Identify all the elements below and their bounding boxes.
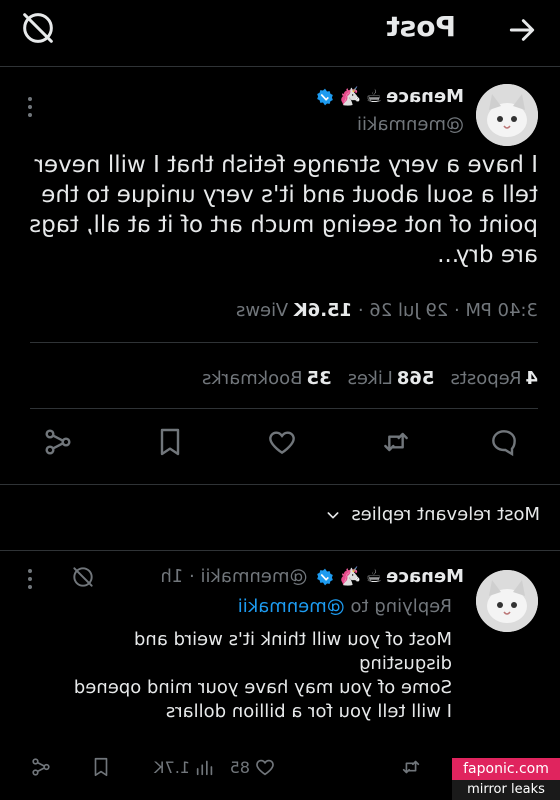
replying-to: Replying to @menmakii bbox=[238, 596, 452, 617]
reposts-count: 4 bbox=[525, 368, 538, 389]
post-meta: 3:40 PM · 29 Jul 26 · 15.6K Views bbox=[236, 300, 538, 321]
bookmarks-stat[interactable]: 35Bookmarks bbox=[202, 368, 332, 389]
views-chart-icon bbox=[196, 760, 213, 776]
author-name-row: Menace ☕ 🦄 bbox=[315, 86, 464, 107]
watermark-tagline: mirror leaks bbox=[452, 780, 560, 800]
bookmark-icon[interactable] bbox=[154, 426, 186, 458]
reply-display-name[interactable]: Menace bbox=[386, 566, 464, 587]
views-count: 15.6K bbox=[293, 300, 353, 321]
top-bar: Post bbox=[0, 0, 560, 60]
reply-verified-badge-icon bbox=[317, 568, 334, 585]
post-timestamp[interactable]: 3:40 PM · 29 Jul 26 · bbox=[352, 300, 538, 321]
header-divider bbox=[0, 66, 560, 67]
reply-line: I will tell you for a billion dollars bbox=[165, 701, 452, 722]
bookmarks-count: 35 bbox=[306, 368, 332, 389]
author-display-name[interactable]: Menace bbox=[386, 86, 464, 107]
reply-icon[interactable] bbox=[488, 426, 520, 458]
reply-avatar[interactable] bbox=[476, 570, 538, 632]
verified-badge-icon bbox=[317, 88, 334, 105]
grok-icon[interactable] bbox=[18, 8, 58, 48]
chevron-down-icon bbox=[327, 511, 339, 518]
reposts-label: Reposts bbox=[450, 368, 522, 389]
post-page: Post Menace ☕ 🦄 @menmakii I have a very … bbox=[0, 0, 560, 800]
reply-line: disgusting bbox=[359, 653, 452, 674]
watermark-site: faponic.com bbox=[452, 758, 560, 780]
reply-views-button[interactable]: 1.7K bbox=[154, 756, 216, 778]
more-options-icon[interactable] bbox=[26, 96, 34, 118]
share-icon bbox=[32, 758, 50, 776]
reposts-stat[interactable]: 4Reposts bbox=[450, 368, 538, 389]
like-icon[interactable] bbox=[266, 426, 298, 458]
repost-icon bbox=[402, 760, 420, 774]
reply-views-count: 1.7K bbox=[154, 757, 190, 777]
reply-repost-button[interactable] bbox=[400, 756, 422, 778]
emoji-unicorn: ☕ bbox=[365, 85, 383, 107]
reply-like-button[interactable]: 85 bbox=[230, 756, 276, 778]
reply-name-row: Menace ☕ 🦄 @menmakii · 1h bbox=[160, 565, 464, 588]
likes-label: Likes bbox=[347, 368, 393, 389]
arrow-left-icon[interactable] bbox=[506, 14, 538, 46]
actions-divider bbox=[0, 484, 560, 485]
repost-icon[interactable] bbox=[380, 426, 412, 458]
likes-count: 568 bbox=[396, 368, 435, 389]
replies-sort-selector[interactable]: Most relevant replies bbox=[325, 504, 540, 525]
reply-action-bar: 85 1.7K bbox=[22, 756, 452, 786]
post-stats: 4Reposts 568Likes 35Bookmarks bbox=[202, 368, 538, 389]
avatar[interactable] bbox=[476, 84, 538, 146]
reply-emoji-coffee: 🦄 bbox=[339, 565, 362, 587]
page-title: Post bbox=[386, 10, 456, 43]
stats-divider bbox=[30, 408, 538, 409]
bookmarks-label: Bookmarks bbox=[201, 368, 303, 389]
replying-handle[interactable]: @menmakii bbox=[238, 596, 345, 617]
likes-stat[interactable]: 568Likes bbox=[348, 368, 435, 389]
sort-label: Most relevant replies bbox=[351, 504, 540, 525]
meta-divider bbox=[30, 342, 538, 343]
replying-prefix: Replying to bbox=[344, 596, 452, 617]
reply-text: Most of you will think it's weird and di… bbox=[22, 628, 452, 724]
reply-line: Most of you will think it's weird and bbox=[133, 629, 452, 650]
post-text: I have a very strange fetish that I will… bbox=[29, 152, 538, 268]
bookmark-icon bbox=[94, 757, 108, 777]
reply-more-options-icon[interactable] bbox=[26, 568, 34, 590]
views-label: Views bbox=[235, 300, 294, 321]
reply-avatar-image bbox=[476, 570, 538, 632]
sort-divider bbox=[0, 550, 560, 551]
reply-grok-icon[interactable] bbox=[70, 564, 96, 590]
reply-line: Some of you may have your mind opened bbox=[73, 677, 452, 698]
avatar-image bbox=[476, 84, 538, 146]
share-icon[interactable] bbox=[42, 426, 74, 458]
reply-emoji-unicorn: ☕ bbox=[365, 565, 383, 587]
author-handle[interactable]: @menmakii bbox=[357, 114, 464, 135]
reply-bookmark-button[interactable] bbox=[90, 756, 112, 778]
reply-share-button[interactable] bbox=[30, 756, 52, 778]
emoji-coffee: 🦄 bbox=[339, 85, 362, 107]
reply-handle-time[interactable]: @menmakii · 1h bbox=[160, 566, 307, 587]
reply-like-count: 85 bbox=[229, 757, 250, 777]
like-icon bbox=[256, 759, 274, 776]
post-action-bar bbox=[0, 418, 560, 468]
